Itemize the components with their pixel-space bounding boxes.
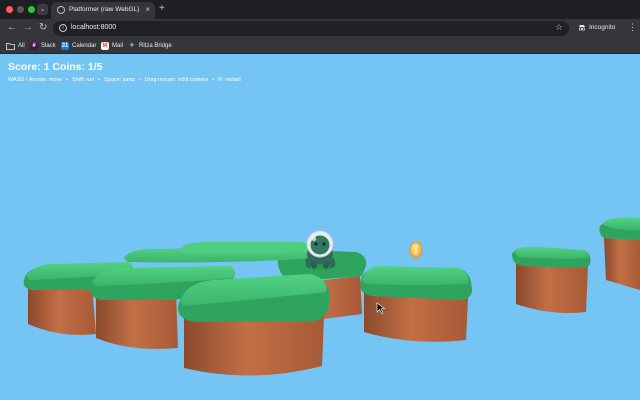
control-hint-run: Shift: run — [72, 77, 95, 83]
bookmark-ritza-bridge[interactable]: ✈ Ritza Bridge — [128, 41, 172, 51]
bookmark-label: All — [18, 43, 25, 49]
window-close-button[interactable] — [6, 6, 13, 13]
tab-search-chevron-icon[interactable]: ⌄ — [37, 4, 48, 15]
bookmarks-bar: All # Slack 31 Calendar M Mail ✈ Ritza B… — [0, 38, 640, 54]
bookmark-label: Ritza Bridge — [139, 43, 172, 49]
control-hint-restart: R: restart — [218, 77, 241, 83]
slack-icon: # — [30, 42, 38, 50]
browser-tab[interactable]: Platformer (raw WebGL) × — [51, 2, 155, 19]
platform-right — [512, 246, 591, 313]
control-hint-orbit: Drag mouse: orbit camera — [144, 77, 209, 83]
platform-center-front — [178, 274, 330, 376]
bookmark-slack[interactable]: # Slack — [30, 41, 56, 51]
ritza-bridge-icon: ✈ — [129, 43, 135, 49]
bookmark-star-icon[interactable]: ☆ — [555, 22, 563, 33]
game-scene[interactable] — [0, 54, 640, 400]
control-hint-move: WASD / Arrows: move — [8, 77, 63, 83]
window-maximize-button[interactable] — [28, 6, 35, 13]
forward-arrow-icon[interactable]: → — [23, 22, 33, 34]
folder-icon — [6, 43, 15, 50]
bookmark-label: Mail — [112, 43, 124, 49]
platform-far-right — [599, 217, 640, 290]
window-minimize-button[interactable] — [17, 6, 24, 13]
site-info-icon[interactable]: i — [59, 24, 67, 32]
incognito-label[interactable]: Incognito — [589, 24, 615, 31]
incognito-icon[interactable] — [578, 24, 586, 31]
bookmark-mail[interactable]: M Mail — [101, 41, 123, 51]
browser-toolbar: ← → ↻ i localhost:8000 ☆ Incognito ⋮ — [0, 19, 640, 38]
bookmark-label: Slack — [41, 43, 56, 49]
bookmark-label: Calendar — [72, 43, 97, 49]
tab-title: Platformer (raw WebGL) — [69, 6, 139, 13]
bookmark-calendar[interactable]: 31 Calendar — [61, 41, 96, 51]
reload-icon[interactable]: ↻ — [39, 22, 47, 34]
browser-menu-icon[interactable]: ⋮ — [628, 22, 637, 33]
game-canvas[interactable]: Score: 1 Coins: 1/5 WASD / Arrows: move •… — [0, 54, 640, 400]
separator: • — [66, 77, 69, 83]
gmail-icon: M — [101, 42, 109, 50]
tab-close-icon[interactable]: × — [145, 5, 150, 14]
control-hint-jump: Space: jump — [104, 77, 135, 83]
separator: • — [138, 77, 141, 83]
hud: Score: 1 Coins: 1/5 WASD / Arrows: move •… — [8, 61, 241, 83]
new-tab-button[interactable]: + — [159, 3, 165, 14]
separator: • — [98, 77, 101, 83]
globe-icon — [57, 6, 65, 14]
bookmark-all[interactable]: All — [6, 41, 25, 51]
browser-titlebar: ⌄ Platformer (raw WebGL) × + — [0, 0, 640, 19]
score-display: Score: 1 Coins: 1/5 — [8, 61, 103, 73]
separator: • — [212, 77, 215, 83]
address-bar[interactable]: i localhost:8000 ☆ — [53, 21, 569, 36]
coin — [409, 241, 423, 259]
calendar-icon: 31 — [61, 42, 69, 50]
controls-help: WASD / Arrows: move • Shift: run • Space: ju… — [8, 77, 241, 83]
back-arrow-icon[interactable]: ← — [7, 22, 17, 34]
player-character — [305, 230, 336, 270]
url-text[interactable]: localhost:8000 — [71, 24, 116, 31]
